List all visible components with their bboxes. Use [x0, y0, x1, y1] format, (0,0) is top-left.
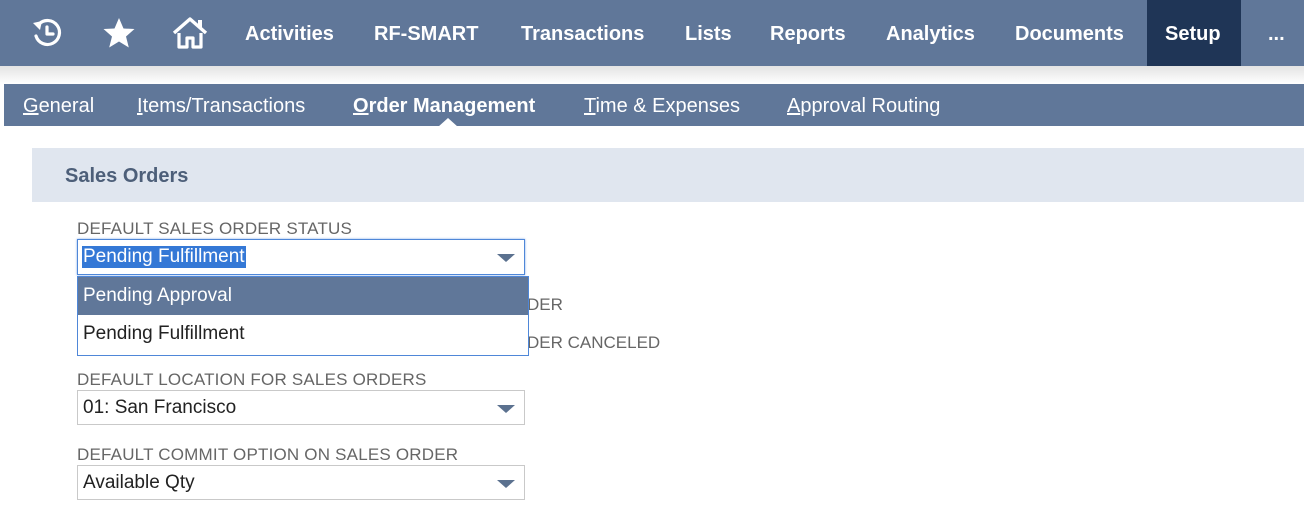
active-tab-indicator	[438, 118, 458, 127]
subtab-general-label: eneral	[38, 95, 95, 117]
default-location-value: 01: San Francisco	[83, 397, 237, 418]
section-header: Sales Orders	[32, 148, 1304, 202]
recent-history-icon-svg	[33, 18, 62, 47]
default-location-label: DEFAULT LOCATION FOR SALES ORDERS	[77, 370, 427, 389]
hidden-field-label-1: DER	[527, 295, 563, 314]
chevron-down-icon[interactable]	[497, 405, 515, 413]
home-icon[interactable]	[171, 14, 209, 52]
nav-setup[interactable]: Setup	[1147, 0, 1241, 66]
nav-more[interactable]: ...	[1268, 0, 1285, 66]
sub-nav: General Items/Transactions Order Managem…	[4, 84, 1304, 126]
nav-rf-smart[interactable]: RF-SMART	[374, 0, 478, 66]
subtab-items-transactions[interactable]: Items/Transactions	[137, 84, 305, 126]
nav-activities[interactable]: Activities	[245, 0, 334, 66]
default-status-label: DEFAULT SALES ORDER STATUS	[77, 219, 353, 238]
subtab-general-access-key: G	[23, 95, 39, 117]
nav-documents[interactable]: Documents	[1015, 0, 1124, 66]
section-title: Sales Orders	[65, 165, 189, 187]
nav-shadow	[0, 66, 1304, 84]
subtab-order-label: rder Management	[368, 95, 536, 117]
option-pending-fulfillment[interactable]: Pending Fulfillment	[78, 315, 528, 353]
default-commit-value: Available Qty	[83, 472, 195, 493]
subtab-time-access-key: T	[584, 95, 596, 117]
nav-analytics[interactable]: Analytics	[886, 0, 975, 66]
chevron-down-icon[interactable]	[497, 480, 515, 488]
hidden-field-label-2: DER CANCELED	[527, 333, 661, 352]
nav-reports[interactable]: Reports	[770, 0, 846, 66]
subtab-approval-access-key: A	[787, 95, 801, 117]
subtab-approval-routing[interactable]: Approval Routing	[787, 84, 940, 126]
default-status-value: Pending Fulfillment	[82, 246, 246, 268]
default-commit-select[interactable]: Available Qty	[77, 465, 525, 500]
subtab-time-label: ime & Expenses	[595, 95, 740, 117]
option-pending-approval[interactable]: Pending Approval	[78, 277, 528, 315]
default-location-select[interactable]: 01: San Francisco	[77, 390, 525, 425]
chevron-down-icon[interactable]	[497, 254, 515, 262]
star-icon[interactable]	[100, 14, 138, 52]
nav-transactions[interactable]: Transactions	[521, 0, 644, 66]
home-icon-svg	[172, 17, 208, 49]
subtab-time-expenses[interactable]: Time & Expenses	[584, 84, 740, 126]
star-icon-svg	[103, 18, 135, 48]
subtab-approval-label: pproval Routing	[800, 95, 941, 117]
subtab-order-access-key: O	[353, 95, 369, 117]
default-status-select[interactable]: Pending Fulfillment	[77, 239, 525, 275]
nav-lists[interactable]: Lists	[685, 0, 732, 66]
recent-history-icon[interactable]	[28, 14, 66, 52]
top-nav: Activities RF-SMART Transactions Lists R…	[0, 0, 1304, 66]
subtab-general[interactable]: General	[23, 84, 94, 126]
subtab-items-label: tems/Transactions	[142, 95, 306, 117]
default-commit-label: DEFAULT COMMIT OPTION ON SALES ORDER	[77, 445, 459, 464]
status-dropdown-list: Pending Approval Pending Fulfillment	[77, 276, 529, 356]
